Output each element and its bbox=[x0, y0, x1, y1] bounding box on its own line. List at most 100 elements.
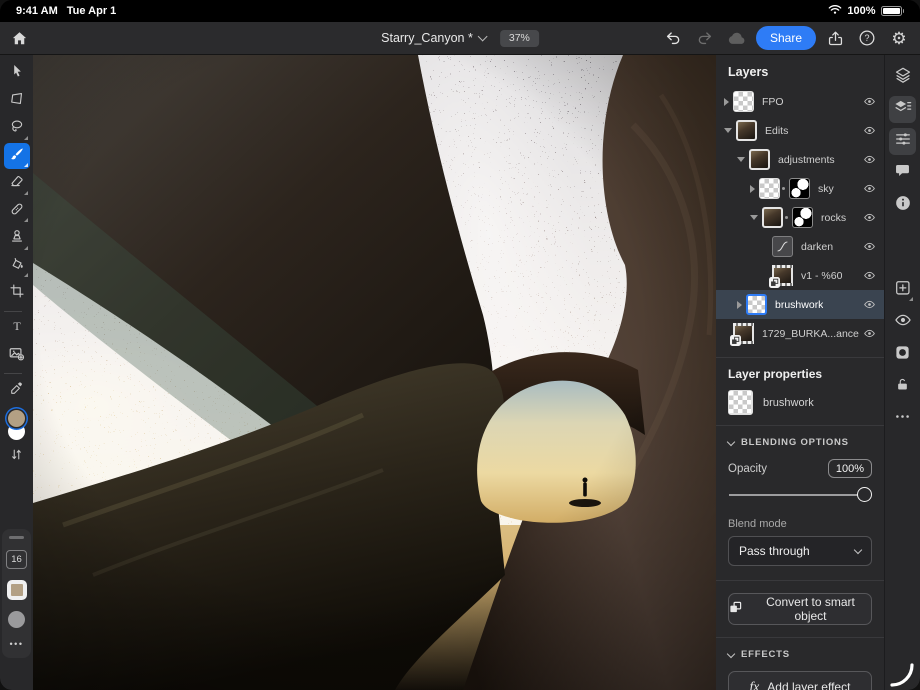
disclosure-triangle-icon[interactable] bbox=[737, 301, 742, 309]
blend-mode-select[interactable]: Pass through bbox=[728, 536, 872, 566]
layer-visibility-button[interactable] bbox=[889, 309, 916, 336]
layer-name: Edits bbox=[765, 125, 788, 137]
brush-size-badge[interactable]: 16 bbox=[6, 550, 27, 569]
layer-visibility-toggle[interactable] bbox=[859, 327, 876, 340]
export-icon[interactable] bbox=[822, 25, 848, 51]
info-button[interactable] bbox=[889, 192, 916, 219]
lasso-select-tool[interactable] bbox=[4, 116, 30, 142]
more-options-button[interactable] bbox=[889, 405, 916, 432]
layer-name: sky bbox=[818, 183, 834, 195]
add-layer-button[interactable] bbox=[889, 277, 916, 304]
tool-divider bbox=[4, 373, 22, 374]
layer-properties-button[interactable] bbox=[889, 128, 916, 155]
layer-properties-icon bbox=[894, 130, 912, 153]
disclosure-triangle-icon[interactable] bbox=[724, 128, 732, 133]
transform-tool[interactable] bbox=[4, 88, 30, 114]
canvas[interactable] bbox=[33, 55, 716, 690]
smart-object-icon bbox=[729, 601, 742, 617]
place-image-tool[interactable] bbox=[4, 343, 30, 369]
redo-button[interactable] bbox=[692, 25, 718, 51]
chevron-down-icon bbox=[727, 437, 735, 445]
eraser-tool[interactable] bbox=[4, 171, 30, 197]
type-tool[interactable]: T bbox=[4, 316, 30, 342]
layer-visibility-toggle[interactable] bbox=[859, 182, 876, 195]
layer-thumbnail bbox=[733, 323, 754, 344]
fill-tool[interactable] bbox=[4, 253, 30, 279]
layer-name: FPO bbox=[762, 96, 784, 108]
layer-mask-button[interactable] bbox=[889, 341, 916, 368]
layer-row-1729-burka-anced-nr33[interactable]: 1729_BURKA...anced-NR33 bbox=[716, 319, 884, 348]
settings-gear-button[interactable]: ⚙ bbox=[886, 25, 912, 51]
layer-visibility-toggle[interactable] bbox=[859, 211, 876, 224]
layer-visibility-toggle[interactable] bbox=[859, 124, 876, 137]
panel-drag-handle[interactable] bbox=[9, 536, 24, 539]
chevron-down-icon bbox=[477, 32, 487, 42]
comments-button[interactable] bbox=[889, 160, 916, 187]
disclosure-triangle-icon[interactable] bbox=[737, 157, 745, 162]
bucket-icon bbox=[9, 256, 25, 277]
disclosure-triangle-icon[interactable] bbox=[750, 215, 758, 220]
layer-visibility-toggle[interactable] bbox=[859, 269, 876, 282]
placeimage-icon bbox=[8, 345, 25, 367]
swap-colors-button[interactable] bbox=[9, 447, 24, 465]
help-button[interactable]: ? bbox=[854, 25, 880, 51]
wifi-icon bbox=[828, 4, 842, 18]
layer-name: v1 - %60 bbox=[801, 270, 842, 282]
layers-expanded-button[interactable] bbox=[889, 96, 916, 123]
move-tool[interactable] bbox=[4, 61, 30, 87]
home-button[interactable] bbox=[6, 25, 32, 51]
gear-icon: ⚙ bbox=[891, 30, 906, 47]
layer-row-rocks[interactable]: rocks bbox=[716, 203, 884, 232]
eyedropper-tool[interactable] bbox=[4, 378, 30, 404]
layer-row-brushwork[interactable]: brushwork bbox=[716, 290, 884, 319]
convert-smart-object-button[interactable]: Convert to smart object bbox=[728, 593, 872, 625]
layer-mask-thumbnail bbox=[792, 207, 813, 228]
layer-thumbnail bbox=[746, 294, 767, 315]
clone-stamp-tool[interactable] bbox=[4, 226, 30, 252]
layer-row-darken[interactable]: darken bbox=[716, 232, 884, 261]
undo-button[interactable] bbox=[660, 25, 686, 51]
layer-row-adjustments[interactable]: adjustments bbox=[716, 145, 884, 174]
brush-opacity-control[interactable] bbox=[8, 611, 25, 628]
flyout-corner-icon bbox=[909, 297, 913, 301]
mask-link-icon bbox=[785, 216, 788, 219]
blending-options-header[interactable]: BLENDING OPTIONS bbox=[716, 426, 884, 457]
brush-color-swatch[interactable] bbox=[7, 580, 27, 600]
zoom-level-badge[interactable]: 37% bbox=[500, 30, 539, 47]
eyedropper-icon bbox=[9, 381, 24, 401]
layer-properties-section: Layer properties brushwork BLENDING OPTI… bbox=[716, 357, 884, 690]
more-brush-options-icon[interactable] bbox=[10, 639, 24, 649]
add-layer-effect-button[interactable]: Add layer effect bbox=[728, 671, 872, 690]
layer-row-fpo[interactable]: FPO bbox=[716, 87, 884, 116]
document-title[interactable]: Starry_Canyon * bbox=[381, 31, 473, 45]
effects-header[interactable]: EFFECTS bbox=[716, 638, 884, 669]
document-title-group[interactable]: Starry_Canyon * 37% bbox=[381, 30, 539, 47]
opacity-slider[interactable] bbox=[729, 484, 871, 506]
disclosure-triangle-icon[interactable] bbox=[724, 98, 729, 106]
layer-row-edits[interactable]: Edits bbox=[716, 116, 884, 145]
layer-visibility-toggle[interactable] bbox=[859, 153, 876, 166]
share-button[interactable]: Share bbox=[756, 26, 816, 50]
layer-visibility-toggle[interactable] bbox=[859, 298, 876, 311]
status-bar: 9:41 AM Tue Apr 1 100% bbox=[0, 0, 920, 22]
cloud-sync-icon[interactable] bbox=[724, 25, 750, 51]
lock-button[interactable] bbox=[889, 373, 916, 400]
crop-tool[interactable] bbox=[4, 281, 30, 307]
layer-row-v1-60[interactable]: v1 - %60 bbox=[716, 261, 884, 290]
disclosure-triangle-icon[interactable] bbox=[750, 185, 755, 193]
healing-brush-tool[interactable] bbox=[4, 198, 30, 224]
layer-name: adjustments bbox=[778, 154, 835, 166]
foreground-color-chip[interactable] bbox=[8, 410, 25, 427]
info-icon bbox=[894, 194, 912, 217]
layers-compact-button[interactable] bbox=[889, 64, 916, 91]
opacity-slider-knob[interactable] bbox=[857, 487, 872, 502]
top-toolbar: Starry_Canyon * 37% Share ? ⚙ bbox=[0, 22, 920, 55]
layer-visibility-toggle[interactable] bbox=[859, 95, 876, 108]
layer-row-sky[interactable]: sky bbox=[716, 174, 884, 203]
color-chips[interactable] bbox=[8, 410, 25, 440]
opacity-value[interactable]: 100% bbox=[828, 459, 872, 478]
layer-visibility-icon bbox=[894, 311, 912, 334]
brush-tool[interactable] bbox=[4, 143, 30, 169]
layer-visibility-toggle[interactable] bbox=[859, 240, 876, 253]
corner-gesture-arc bbox=[889, 662, 915, 688]
